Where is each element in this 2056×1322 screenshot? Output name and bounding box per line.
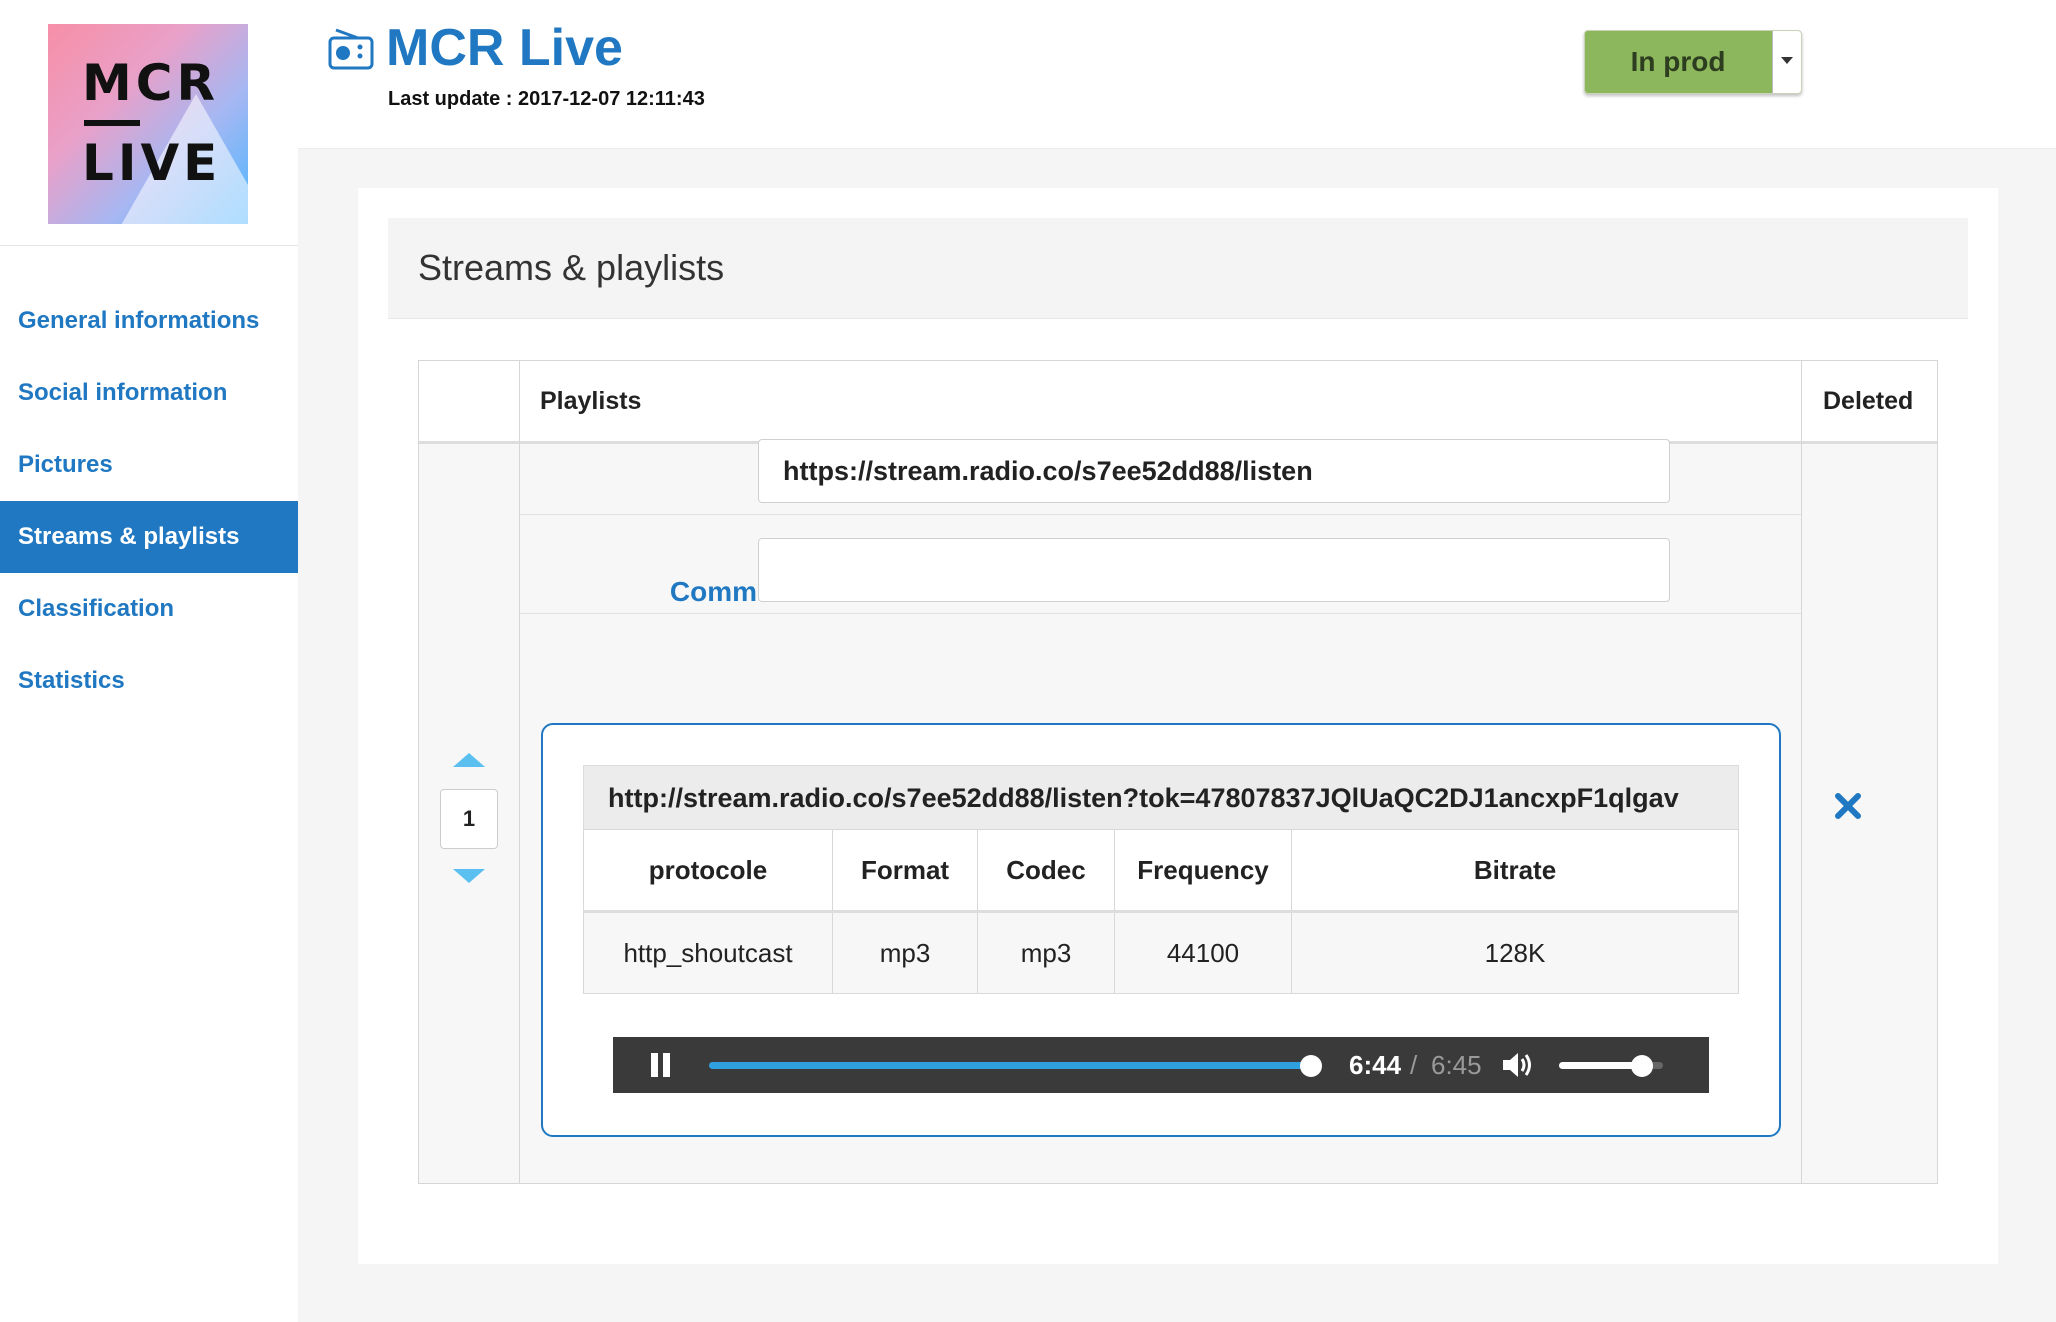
panel-header: Streams & playlists (388, 218, 1968, 319)
header-protocole: protocole (583, 829, 833, 913)
main-panel: Streams & playlists Playlists Deleted 1 … (358, 188, 1998, 1264)
playlists-table-header (419, 361, 1937, 444)
sidebar: MCR LIVE General informations Social inf… (0, 0, 298, 1322)
last-update-text: Last update : 2017-12-07 12:11:43 (388, 88, 705, 110)
header-bitrate: Bitrate (1291, 829, 1739, 913)
progress-handle[interactable] (1300, 1055, 1323, 1077)
logo-text-top: MCR (82, 54, 219, 112)
time-separator: / (1410, 1050, 1418, 1080)
sidebar-item-general-informations[interactable]: General informations (0, 285, 298, 357)
header-codec: Codec (977, 829, 1115, 913)
radio-icon (328, 28, 374, 70)
logo-text-bottom: LIVE (82, 134, 222, 192)
volume-icon[interactable] (1501, 1050, 1535, 1080)
url-field[interactable]: https://stream.radio.co/s7ee52dd88/liste… (758, 439, 1670, 503)
move-down-icon[interactable] (453, 869, 485, 883)
current-time: 6:44 (1349, 1050, 1402, 1080)
row-divider (520, 514, 1801, 515)
comment-field[interactable] (758, 538, 1670, 602)
table-row: http_shoutcast mp3 mp3 44100 128K (583, 911, 1739, 994)
stream-card: http://stream.radio.co/s7ee52dd88/listen… (541, 723, 1781, 1137)
volume-fill (1559, 1062, 1643, 1069)
cell-bitrate: 128K (1291, 911, 1739, 994)
cell-frequency: 44100 (1114, 911, 1292, 994)
cell-format: mp3 (832, 911, 978, 994)
delete-icon[interactable] (1833, 791, 1863, 821)
total-time: 6:45 (1431, 1050, 1482, 1080)
volume-handle[interactable] (1631, 1055, 1654, 1077)
audio-player: 6:44 / 6:45 (613, 1037, 1709, 1093)
move-up-icon[interactable] (453, 753, 485, 767)
sidebar-item-statistics[interactable]: Statistics (0, 645, 298, 717)
sidebar-divider (0, 245, 298, 246)
page-title: MCR Live (386, 19, 623, 77)
row-divider (520, 613, 1801, 614)
status-dropdown[interactable]: In prod (1584, 30, 1802, 94)
pause-icon[interactable] (651, 1053, 671, 1077)
column-divider (1801, 361, 1802, 1183)
sidebar-item-streams-playlists[interactable]: Streams & playlists (0, 501, 298, 573)
progress-slider[interactable] (709, 1055, 1323, 1077)
playlists-table: Playlists Deleted 1 Url https://stream.r… (418, 360, 1938, 1184)
column-header-deleted: Deleted (1823, 387, 1914, 415)
page-header: MCR Live Last update : 2017-12-07 12:11:… (298, 0, 2056, 149)
volume-slider[interactable] (1559, 1055, 1663, 1077)
caret-down-icon[interactable] (1772, 31, 1801, 93)
status-label: In prod (1630, 46, 1726, 77)
stream-url: http://stream.radio.co/s7ee52dd88/listen… (583, 765, 1739, 829)
logo-dash (84, 120, 140, 126)
header-frequency: Frequency (1114, 829, 1292, 913)
sidebar-nav: General informations Social information … (0, 285, 298, 717)
sidebar-item-classification[interactable]: Classification (0, 573, 298, 645)
panel-title: Streams & playlists (418, 247, 725, 288)
header-format: Format (832, 829, 978, 913)
cell-protocole: http_shoutcast (583, 911, 833, 994)
column-header-playlists: Playlists (540, 387, 642, 415)
column-divider (519, 361, 520, 1183)
logo-image: MCR LIVE (48, 24, 248, 224)
sidebar-item-social-information[interactable]: Social information (0, 357, 298, 429)
stream-info-table: protocole Format Codec Frequency Bitrate… (583, 829, 1739, 994)
station-logo: MCR LIVE (48, 24, 248, 224)
cell-codec: mp3 (977, 911, 1115, 994)
order-number[interactable]: 1 (440, 789, 498, 849)
sidebar-item-pictures[interactable]: Pictures (0, 429, 298, 501)
progress-fill (709, 1062, 1312, 1069)
